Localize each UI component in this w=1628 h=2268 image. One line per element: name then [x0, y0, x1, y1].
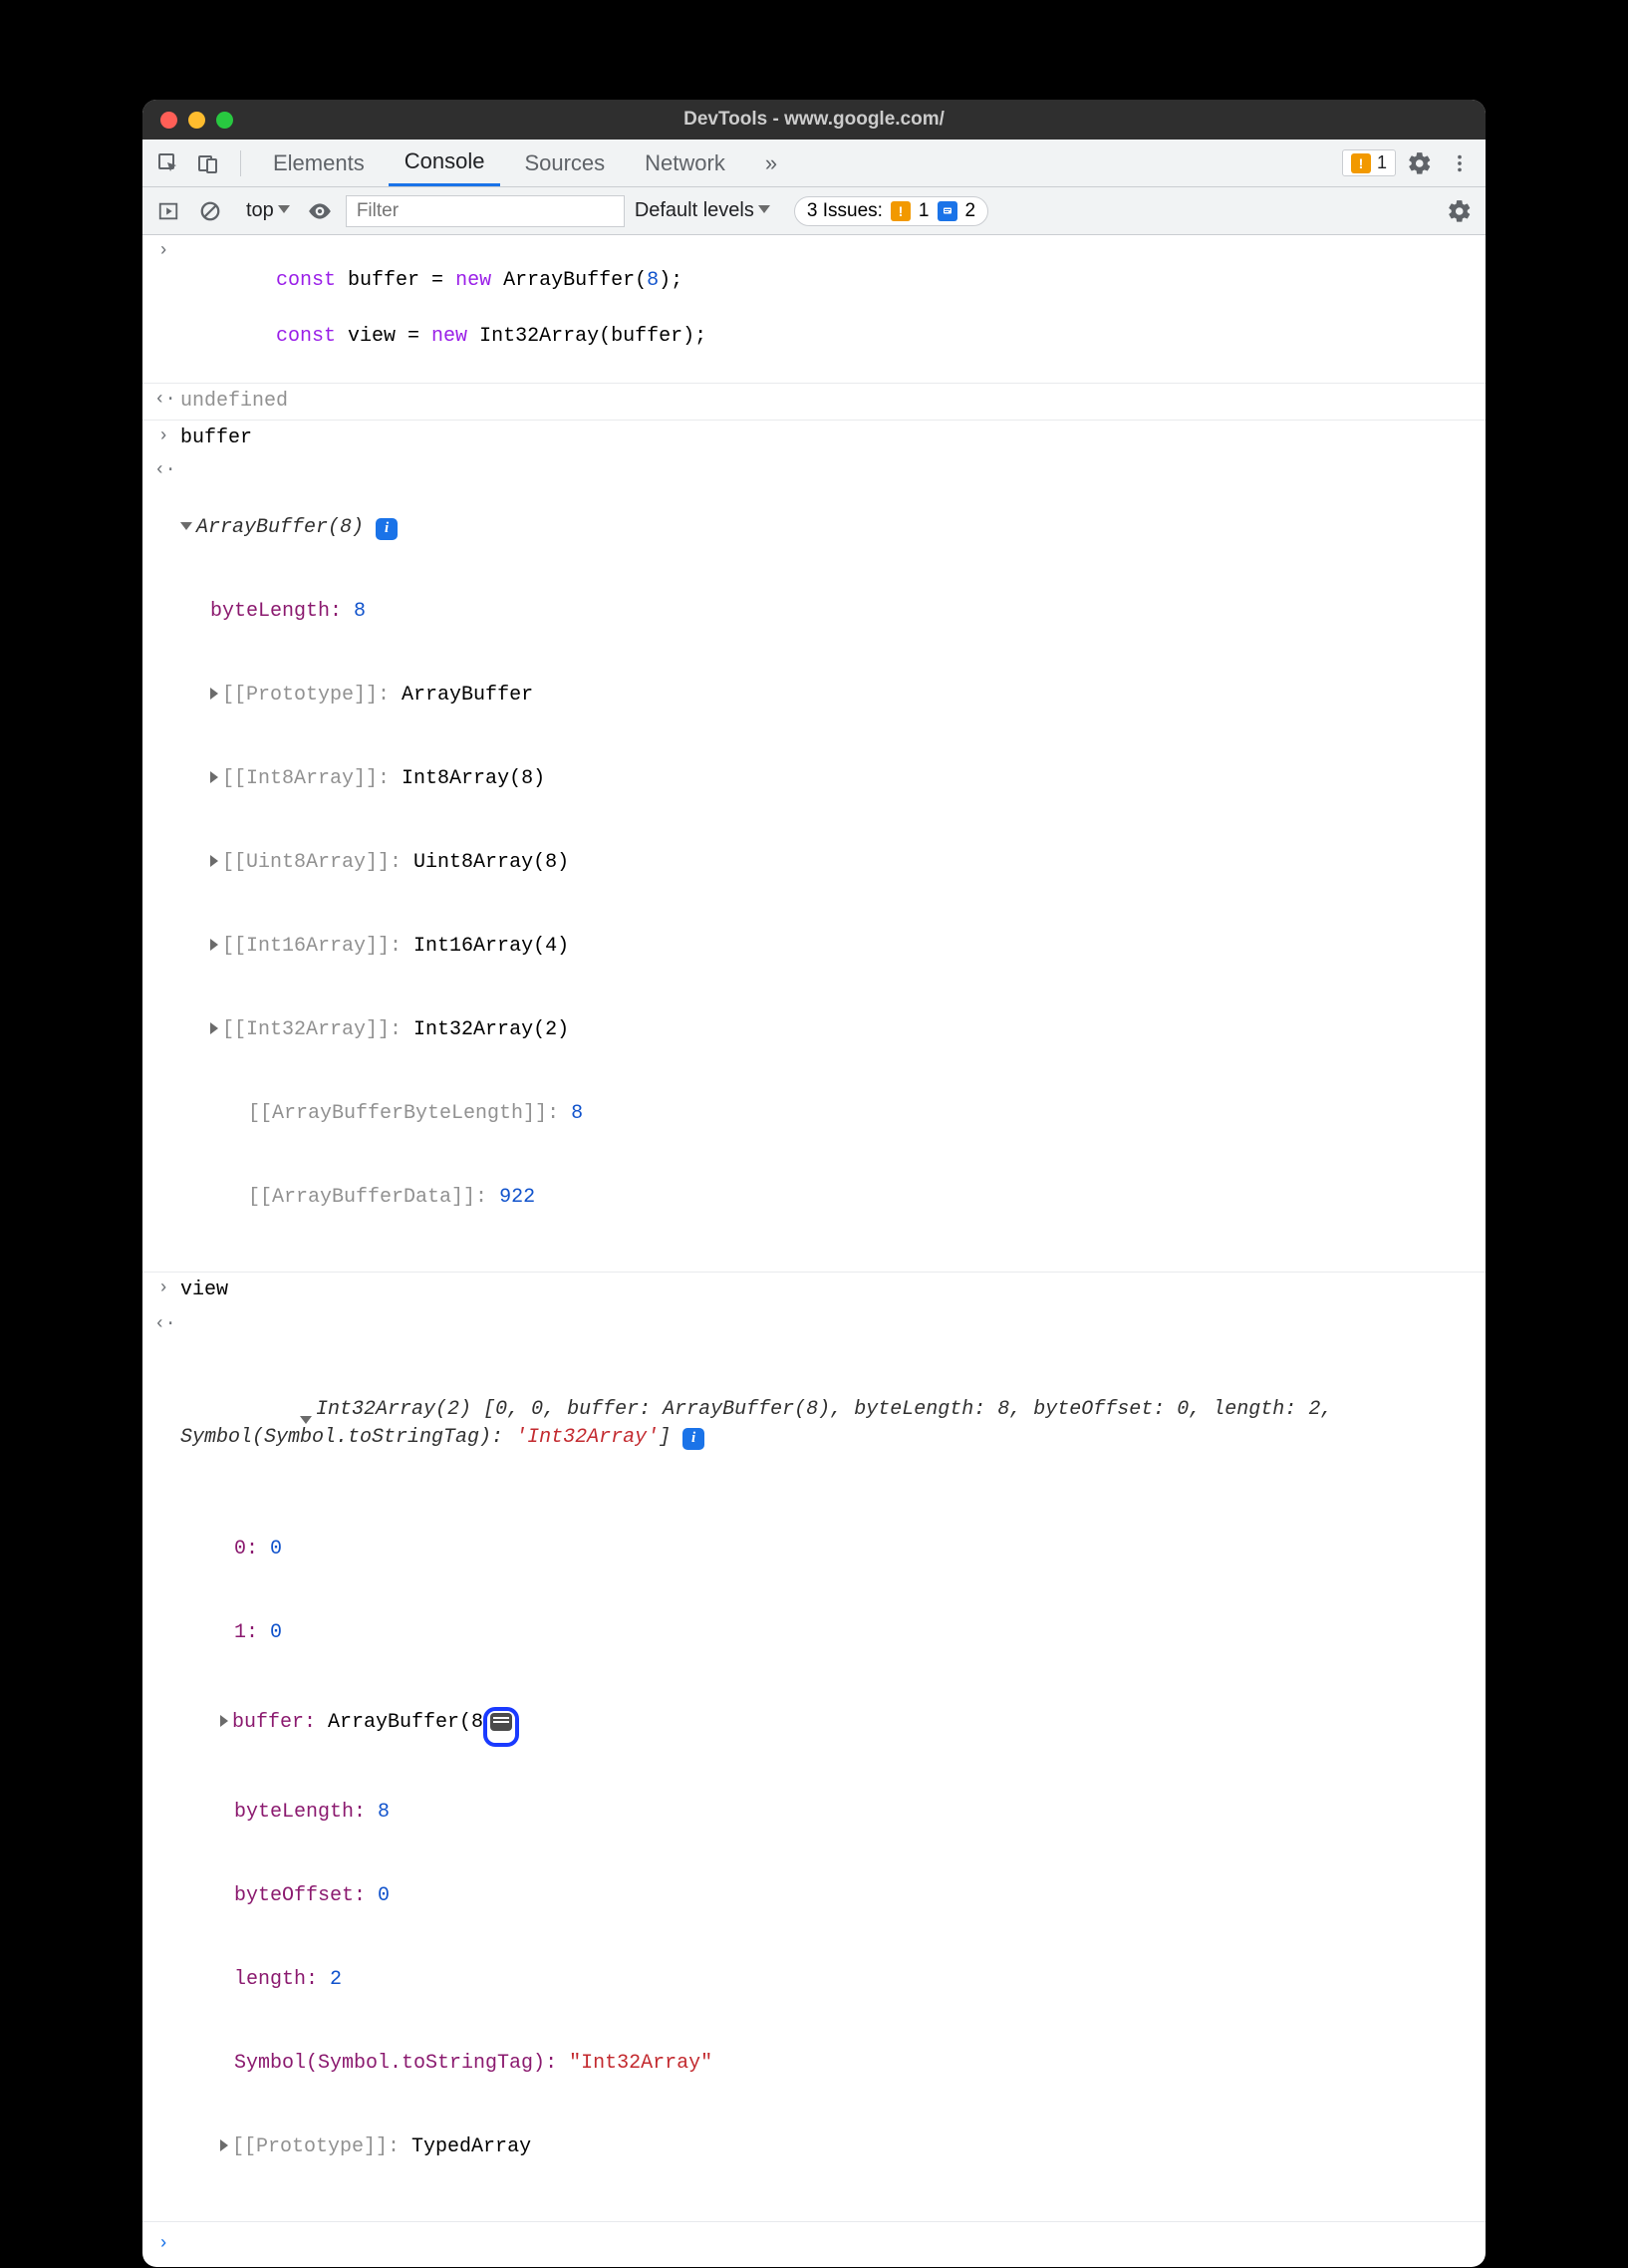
object-property[interactable]: [[ArrayBufferData]]: 922 — [180, 1184, 1474, 1212]
object-expanded[interactable]: ArrayBuffer(8) i — [180, 514, 1474, 542]
undefined-value: undefined — [180, 388, 1474, 416]
input-chevron-icon: › — [154, 1276, 172, 1301]
input-chevron-icon: › — [154, 239, 172, 264]
object-property[interactable]: [[ArrayBufferByteLength]]: 8 — [180, 1100, 1474, 1128]
memory-inspector-icon[interactable] — [483, 1707, 519, 1747]
live-expression-icon[interactable] — [304, 195, 336, 227]
zoom-window[interactable] — [216, 112, 233, 129]
output-chevron-icon: ‹· — [154, 458, 172, 483]
issues-label: 3 Issues: — [807, 200, 883, 222]
window-title: DevTools - www.google.com/ — [142, 109, 1486, 131]
log-levels-selector[interactable]: Default levels — [635, 199, 774, 222]
tab-console[interactable]: Console — [389, 140, 501, 186]
object-property[interactable]: byteOffset: 0 — [180, 1882, 1474, 1910]
console-input-row: › buffer — [142, 421, 1486, 456]
object-property[interactable]: [[Int32Array]]: Int32Array(2) — [180, 1016, 1474, 1044]
object-property[interactable]: [[Int16Array]]: Int16Array(4) — [180, 933, 1474, 961]
warning-icon: ! — [891, 201, 911, 221]
console-output-row: ‹· ArrayBuffer(8) i byteLength: 8 [[Prot… — [142, 456, 1486, 1273]
object-property[interactable]: Symbol(Symbol.toStringTag): "Int32Array" — [180, 2050, 1474, 2078]
close-window[interactable] — [160, 112, 177, 129]
tab-network[interactable]: Network — [629, 140, 741, 186]
object-property[interactable]: [[Prototype]]: ArrayBuffer — [180, 682, 1474, 709]
info-icon[interactable]: i — [682, 1428, 704, 1450]
main-toolbar: Elements Console Sources Network » ! 1 — [142, 140, 1486, 187]
tab-sources[interactable]: Sources — [508, 140, 621, 186]
object-property[interactable]: length: 2 — [180, 1966, 1474, 1994]
object-property[interactable]: 0: 0 — [180, 1536, 1474, 1563]
console-output-row: ‹· Int32Array(2) [0, 0, buffer: ArrayBuf… — [142, 1308, 1486, 2222]
console-prompt[interactable]: › — [142, 2222, 1486, 2267]
tab-more[interactable]: » — [749, 140, 793, 186]
console-settings-icon[interactable] — [1444, 195, 1476, 227]
console-subbar: top Default levels 3 Issues: ! 1 2 — [142, 187, 1486, 235]
output-chevron-icon: ‹· — [154, 388, 172, 413]
settings-icon[interactable] — [1404, 147, 1436, 179]
object-expanded[interactable]: Int32Array(2) [0, 0, buffer: ArrayBuffer… — [180, 1368, 1474, 1480]
issues-info-count: 2 — [965, 200, 976, 222]
console-body: › const buffer = new ArrayBuffer(8); con… — [142, 235, 1486, 2267]
info-icon — [938, 201, 957, 221]
sidebar-toggle-icon[interactable] — [152, 195, 184, 227]
clear-console-icon[interactable] — [194, 195, 226, 227]
errors-warnings-badge[interactable]: ! 1 — [1342, 149, 1396, 176]
issues-warn-count: 1 — [919, 200, 930, 222]
device-toggle-icon[interactable] — [192, 147, 224, 179]
devtools-window: DevTools - www.google.com/ Elements Cons… — [142, 100, 1486, 2267]
object-property[interactable]: buffer: ArrayBuffer(8 — [180, 1703, 1474, 1743]
more-menu-icon[interactable] — [1444, 147, 1476, 179]
chevron-down-icon — [758, 205, 770, 213]
input-chevron-icon: › — [154, 425, 172, 449]
object-property[interactable]: 1: 0 — [180, 1619, 1474, 1647]
inspect-icon[interactable] — [152, 147, 184, 179]
traffic-lights — [160, 112, 233, 129]
titlebar: DevTools - www.google.com/ — [142, 100, 1486, 140]
output-chevron-icon: ‹· — [154, 1312, 172, 1337]
console-input-row: › view — [142, 1273, 1486, 1308]
chevron-down-icon — [278, 205, 290, 213]
warning-count: 1 — [1377, 152, 1387, 173]
console-output-row: ‹· undefined — [142, 384, 1486, 421]
prompt-chevron-icon: › — [154, 2232, 172, 2257]
object-property[interactable]: byteLength: 8 — [180, 598, 1474, 626]
context-selector[interactable]: top — [246, 199, 294, 222]
object-property[interactable]: [[Prototype]]: TypedArray — [180, 2133, 1474, 2161]
tab-elements[interactable]: Elements — [257, 140, 381, 186]
issues-pill[interactable]: 3 Issues: ! 1 2 — [794, 196, 988, 226]
object-property[interactable]: byteLength: 8 — [180, 1799, 1474, 1827]
info-icon[interactable]: i — [376, 518, 398, 540]
object-property[interactable]: [[Uint8Array]]: Uint8Array(8) — [180, 849, 1474, 877]
minimize-window[interactable] — [188, 112, 205, 129]
console-input-row: › const buffer = new ArrayBuffer(8); con… — [142, 235, 1486, 384]
object-property[interactable]: [[Int8Array]]: Int8Array(8) — [180, 765, 1474, 793]
filter-input[interactable] — [346, 195, 625, 227]
